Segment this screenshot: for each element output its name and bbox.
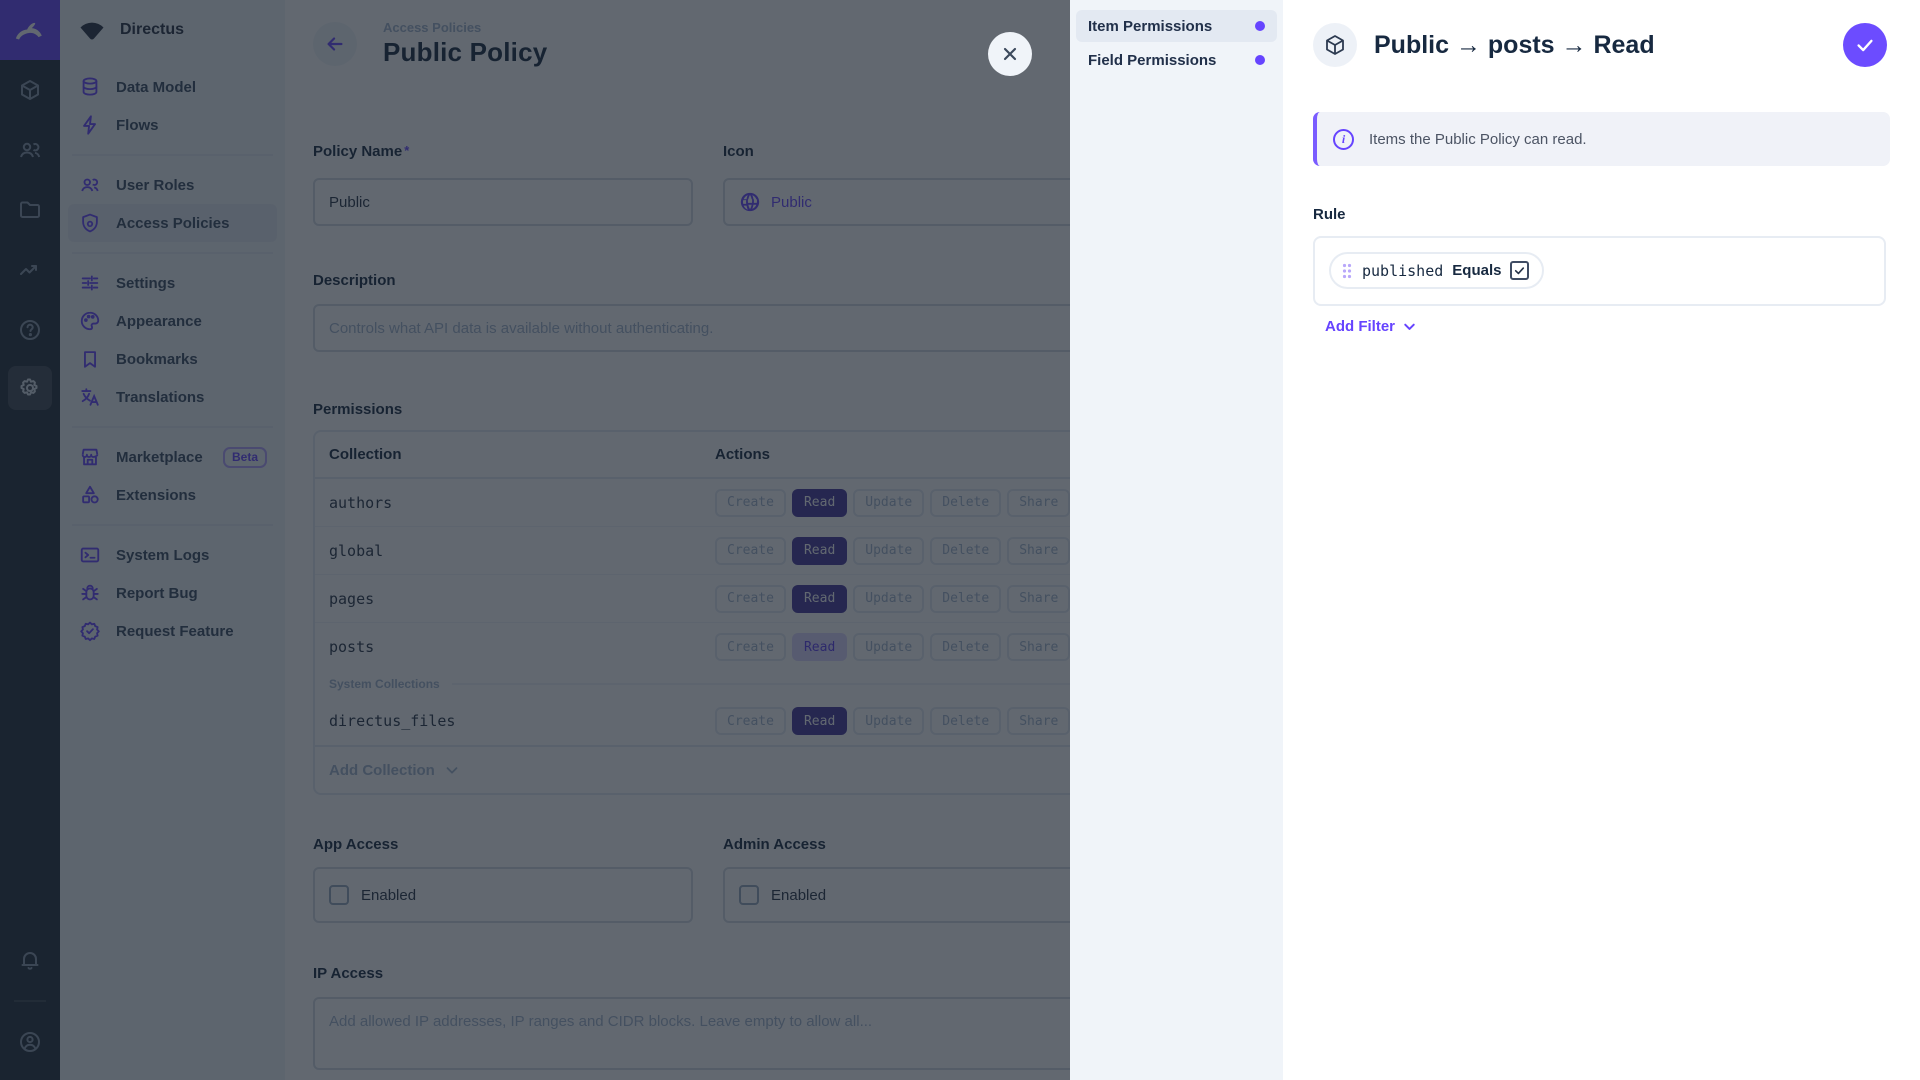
drawer-header: Public → posts → Read xyxy=(1283,0,1920,90)
rule-filter-box: published Equals xyxy=(1313,236,1886,306)
drawer-content: Public → posts → Read i Items the Public… xyxy=(1283,0,1920,1080)
info-icon: i xyxy=(1333,128,1354,150)
modal-dim-overlay[interactable] xyxy=(0,0,1070,1080)
info-banner-text: Items the Public Policy can read. xyxy=(1369,130,1587,148)
filter-operator[interactable]: Equals xyxy=(1452,262,1501,279)
permission-drawer: Item Permissions Field Permissions Publi… xyxy=(1070,0,1920,1080)
add-filter-button[interactable]: Add Filter xyxy=(1325,318,1418,335)
edited-indicator-dot xyxy=(1255,55,1265,65)
save-button[interactable] xyxy=(1843,23,1887,67)
chevron-down-icon xyxy=(1404,323,1415,330)
close-drawer-button[interactable] xyxy=(988,32,1032,76)
check-icon xyxy=(1515,267,1525,275)
edited-indicator-dot xyxy=(1255,21,1265,31)
drawer-title: Public → posts → Read xyxy=(1374,30,1655,59)
filter-value-checkbox[interactable] xyxy=(1510,261,1530,280)
directus-app: Directus Data Model Flows User Roles Acc… xyxy=(0,0,1920,1080)
close-icon xyxy=(1003,47,1017,61)
box-cube-icon xyxy=(1313,23,1357,67)
filter-pill[interactable]: published Equals xyxy=(1329,252,1545,289)
info-banner: i Items the Public Policy can read. xyxy=(1313,112,1890,166)
drag-handle-icon[interactable] xyxy=(1341,262,1353,280)
check-icon xyxy=(1857,39,1873,52)
filter-field-name[interactable]: published xyxy=(1362,262,1443,280)
tab-field-permissions[interactable]: Field Permissions xyxy=(1076,44,1277,76)
tab-item-permissions[interactable]: Item Permissions xyxy=(1076,10,1277,42)
drawer-nav: Item Permissions Field Permissions xyxy=(1070,0,1283,1080)
rule-label: Rule xyxy=(1313,206,1346,223)
